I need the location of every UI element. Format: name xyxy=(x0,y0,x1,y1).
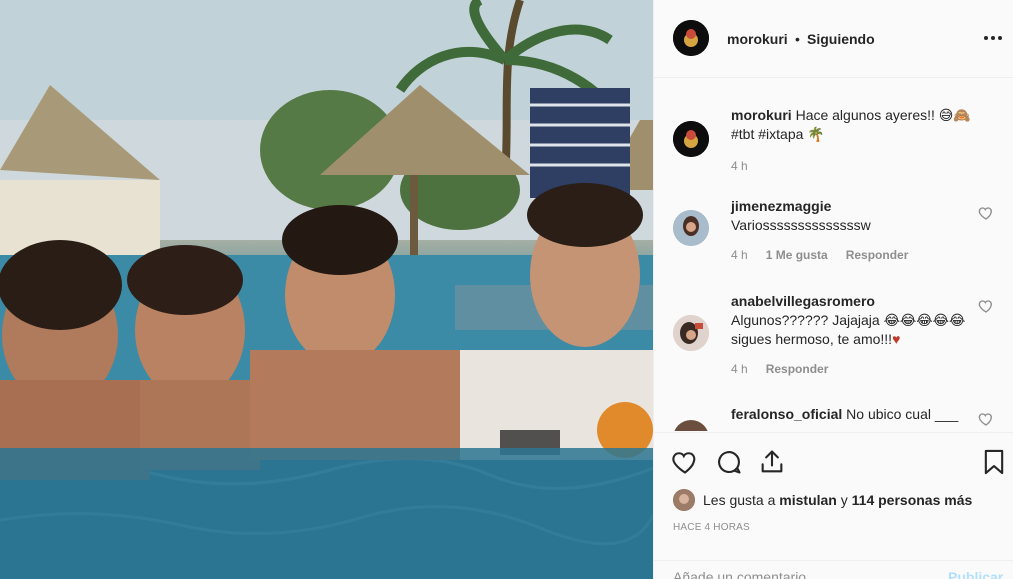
post-side-panel: morokuri • Siguiendo morokuri Hace algun… xyxy=(653,0,1013,579)
author-username[interactable]: morokuri xyxy=(727,31,788,47)
comments-list[interactable]: morokuri Hace algunos ayeres!! 😅🙈 #tbt #… xyxy=(654,79,1013,431)
comment-meta: 4 h 1 Me gusta Responder xyxy=(731,248,908,262)
comment-like-heart-icon[interactable] xyxy=(978,298,994,314)
commenter-avatar[interactable] xyxy=(673,210,709,246)
post-photo[interactable] xyxy=(0,0,653,579)
comment-meta: 4 h Responder xyxy=(731,362,828,376)
publish-button[interactable]: Publicar xyxy=(948,569,1003,579)
caption-avatar[interactable] xyxy=(673,121,709,157)
reply-button[interactable]: Responder xyxy=(846,248,909,262)
likes-count[interactable]: 114 personas más xyxy=(852,492,973,508)
comment-likes[interactable]: 1 Me gusta xyxy=(766,248,828,262)
comment-input[interactable]: Añade un comentario... xyxy=(673,569,818,579)
more-icon[interactable] xyxy=(984,28,1006,48)
comment-username[interactable]: feralonso_oficial xyxy=(731,406,842,422)
comment-like-heart-icon[interactable] xyxy=(978,411,994,427)
heart-icon[interactable] xyxy=(671,448,699,476)
comment-time[interactable]: 4 h xyxy=(731,362,748,376)
comment-text: feralonso_oficial No ubico cual ___ xyxy=(731,405,981,424)
add-comment-bar: Añade un comentario... Publicar xyxy=(654,560,1013,579)
liker-username[interactable]: mistulan xyxy=(779,492,837,508)
red-heart-emoji: ♥ xyxy=(892,331,901,347)
likes-summary: Les gusta a mistulan y 114 personas más xyxy=(673,489,972,511)
separator-dot: • xyxy=(795,31,800,47)
caption-comment: morokuri Hace algunos ayeres!! 😅🙈 #tbt #… xyxy=(654,101,1013,191)
comment-icon[interactable] xyxy=(715,448,743,476)
photo-illustration xyxy=(0,0,653,579)
comment-text: jimenezmaggie Variossssssssssssssw xyxy=(731,197,981,235)
comment-body: No ubico cual ___ xyxy=(846,406,959,422)
author-avatar[interactable] xyxy=(673,20,709,56)
post-timestamp[interactable]: HACE 4 HORAS xyxy=(673,522,750,533)
comment-username[interactable]: jimenezmaggie xyxy=(731,198,831,214)
commenter-avatar[interactable] xyxy=(673,420,709,431)
comment-body: Algunos?????? Jajajaja 😂😂😂😂😂 sigues herm… xyxy=(731,312,966,347)
likes-prefix: Les gusta a xyxy=(703,492,776,508)
comment-like-heart-icon[interactable] xyxy=(978,205,994,221)
comment-item: anabelvillegasromero Algunos?????? Jajaj… xyxy=(654,289,1013,389)
comment-item: feralonso_oficial No ubico cual ___ xyxy=(654,402,1013,431)
follow-button[interactable]: Siguiendo xyxy=(807,31,875,47)
post-header: morokuri • Siguiendo xyxy=(654,0,1013,78)
reply-button[interactable]: Responder xyxy=(766,362,829,376)
comment-time[interactable]: 4 h xyxy=(731,248,748,262)
bookmark-icon[interactable] xyxy=(980,448,1008,476)
share-icon[interactable] xyxy=(758,448,786,476)
action-bar: Les gusta a mistulan y 114 personas más … xyxy=(654,432,1013,562)
comment-username[interactable]: anabelvillegasromero xyxy=(731,293,875,309)
comment-meta: 4 h xyxy=(731,159,748,173)
comment-item: jimenezmaggie Variossssssssssssssw 4 h 1… xyxy=(654,194,1013,274)
commenter-avatar[interactable] xyxy=(673,315,709,351)
liker-avatar[interactable] xyxy=(673,489,695,511)
comment-username[interactable]: morokuri xyxy=(731,107,792,123)
comment-text: anabelvillegasromero Algunos?????? Jajaj… xyxy=(731,292,981,349)
likes-connector: y xyxy=(840,492,848,508)
comment-body: Variossssssssssssssw xyxy=(731,217,871,233)
comment-time[interactable]: 4 h xyxy=(731,159,748,173)
caption-text: morokuri Hace algunos ayeres!! 😅🙈 #tbt #… xyxy=(731,106,981,144)
